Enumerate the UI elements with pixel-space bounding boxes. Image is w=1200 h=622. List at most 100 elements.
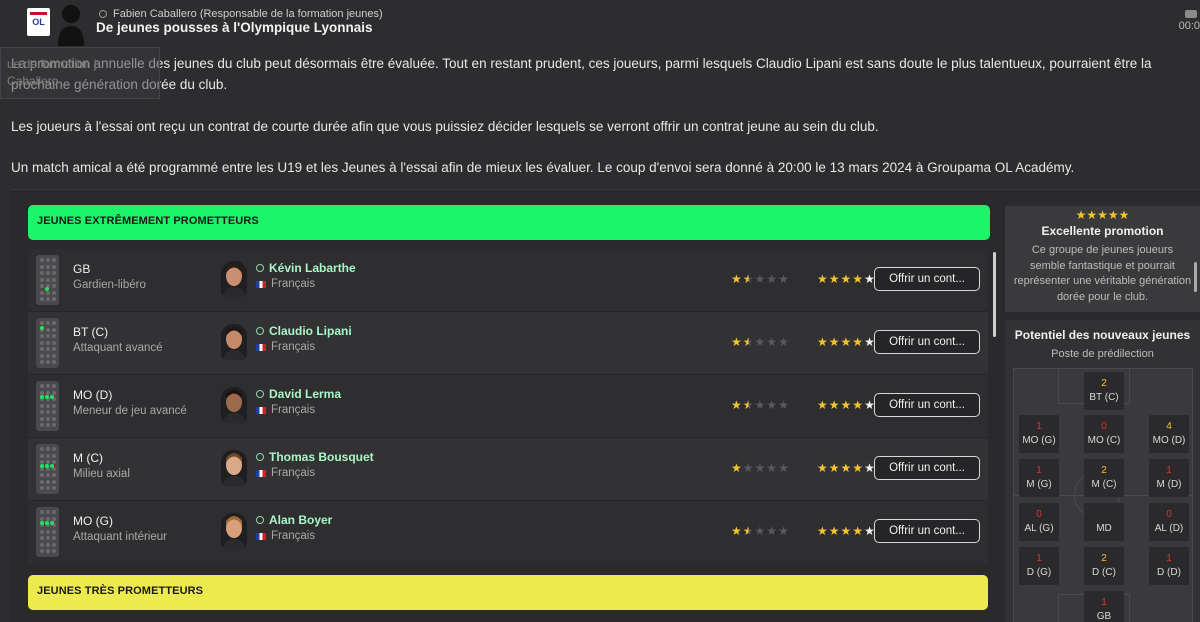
star-icon: ★ bbox=[778, 524, 789, 538]
promotion-title: Excellente promotion bbox=[1041, 224, 1164, 238]
player-name[interactable]: David Lerma bbox=[256, 387, 341, 401]
players-panel: JEUNES EXTRÊMEMENT PROMETTEURS GB Gardien… bbox=[28, 205, 990, 564]
player-row[interactable]: MO (G) Attaquant intérieur Alan Boyer Franç… bbox=[28, 501, 988, 563]
position-cell: 1 M (G) bbox=[1019, 459, 1059, 497]
player-row[interactable]: BT (C) Attaquant avancé Claudio Lipani Fran… bbox=[28, 312, 988, 374]
player-row[interactable]: GB Gardien-libéro Kévin Labarthe Français ★ ★… bbox=[28, 249, 988, 311]
star-icon: ★ bbox=[742, 272, 754, 286]
player-row[interactable]: MO (D) Meneur de jeu avancé David Lerma Fra… bbox=[28, 375, 988, 437]
star-icon: ★ bbox=[817, 272, 828, 286]
position-cell: 4 MO (D) bbox=[1149, 415, 1189, 453]
person-icon bbox=[256, 390, 264, 398]
star-icon: ★ bbox=[754, 272, 766, 286]
sender-line[interactable]: Fabien Caballero (Responsable de la form… bbox=[99, 8, 383, 20]
position-count: 1 bbox=[1036, 553, 1042, 564]
star-icon: ★ bbox=[840, 461, 852, 475]
potential-ability-stars: ★ ★ ★ ★ ★ bbox=[817, 336, 875, 348]
star-icon: ★ bbox=[852, 524, 864, 538]
star-icon: ★ bbox=[828, 272, 840, 286]
position-count: 1 bbox=[1166, 465, 1172, 476]
star-icon: ★ bbox=[731, 272, 742, 286]
player-role: Meneur de jeu avancé bbox=[73, 405, 187, 417]
person-icon bbox=[256, 516, 264, 524]
star-icon: ★ bbox=[731, 398, 742, 412]
position-label: AL (G) bbox=[1024, 523, 1054, 534]
position-cell: 0 AL (G) bbox=[1019, 503, 1059, 541]
star-icon: ★ bbox=[778, 272, 789, 286]
message-subject: De jeunes pousses à l'Olympique Lyonnais bbox=[96, 20, 373, 35]
side-panel: ★★★★★ Excellente promotion Ce groupe de … bbox=[1005, 206, 1200, 622]
current-ability-stars: ★ ★ ★ ★ ★ bbox=[731, 273, 789, 285]
sender-avatar-icon bbox=[58, 5, 84, 46]
player-face-icon bbox=[221, 261, 247, 297]
player-name[interactable]: Alan Boyer bbox=[256, 513, 332, 527]
ticket-icon[interactable] bbox=[1185, 10, 1197, 19]
position-count: 0 bbox=[1101, 421, 1107, 432]
star-icon: ★ bbox=[828, 398, 840, 412]
player-position: BT (C) bbox=[73, 325, 109, 339]
player-name[interactable]: Thomas Bousquet bbox=[256, 450, 374, 464]
offer-contract-button[interactable]: Offrir un cont... bbox=[874, 330, 980, 354]
promotion-scrollbar[interactable] bbox=[1194, 262, 1197, 292]
position-count: 0 bbox=[1036, 509, 1042, 520]
scrollbar[interactable] bbox=[993, 252, 996, 337]
paragraph-3: Un match amical a été programmé entre le… bbox=[11, 160, 1075, 175]
player-role: Attaquant intérieur bbox=[73, 531, 167, 543]
potential-ability-stars: ★ ★ ★ ★ ★ bbox=[817, 525, 875, 537]
youth-intake-card: JEUNES EXTRÊMEMENT PROMETTEURS GB Gardien… bbox=[11, 189, 1200, 622]
club-logo: OL bbox=[27, 8, 50, 36]
ghost-text: ue de formation j Caballero bbox=[7, 57, 97, 88]
position-cell: 0 AL (D) bbox=[1149, 503, 1189, 541]
position-cell: MD bbox=[1084, 503, 1124, 541]
person-icon bbox=[256, 327, 264, 335]
position-count: 2 bbox=[1101, 465, 1107, 476]
star-icon: ★ bbox=[852, 335, 864, 349]
player-position: M (C) bbox=[73, 451, 103, 465]
player-row[interactable]: M (C) Milieu axial Thomas Bousquet Français… bbox=[28, 438, 988, 500]
star-icon: ★ bbox=[742, 461, 754, 475]
player-face-icon bbox=[221, 450, 247, 486]
paragraph-2: Les joueurs à l'essai ont reçu un contra… bbox=[11, 119, 879, 134]
promotion-box: ★★★★★ Excellente promotion Ce groupe de … bbox=[1005, 206, 1200, 312]
player-position: MO (D) bbox=[73, 388, 113, 402]
star-icon: ★ bbox=[731, 461, 742, 475]
star-icon: ★ bbox=[742, 398, 754, 412]
position-pitch-icon bbox=[36, 507, 59, 557]
sender-name: Fabien Caballero (Responsable de la form… bbox=[113, 8, 383, 20]
star-icon: ★ bbox=[828, 524, 840, 538]
potential-ability-stars: ★ ★ ★ ★ ★ bbox=[817, 399, 875, 411]
player-role: Milieu axial bbox=[73, 468, 130, 480]
position-cell: 2 BT (C) bbox=[1084, 372, 1124, 410]
player-name[interactable]: Claudio Lipani bbox=[256, 324, 352, 338]
position-count: 1 bbox=[1036, 465, 1042, 476]
top-right-info: 00:0 bbox=[1150, 8, 1200, 32]
player-list: GB Gardien-libéro Kévin Labarthe Français ★ ★… bbox=[28, 249, 988, 563]
offer-contract-button[interactable]: Offrir un cont... bbox=[874, 267, 980, 291]
position-cell: 1 D (G) bbox=[1019, 547, 1059, 585]
player-position: GB bbox=[73, 262, 91, 276]
star-icon: ★ bbox=[778, 335, 789, 349]
star-icon: ★ bbox=[742, 335, 754, 349]
star-icon: ★ bbox=[817, 398, 828, 412]
offer-contract-button[interactable]: Offrir un cont... bbox=[874, 519, 980, 543]
position-cell: 2 D (C) bbox=[1084, 547, 1124, 585]
position-count bbox=[1084, 508, 1124, 522]
position-cell: 1 GB bbox=[1084, 591, 1124, 622]
star-icon: ★ bbox=[754, 335, 766, 349]
offer-contract-button[interactable]: Offrir un cont... bbox=[874, 393, 980, 417]
position-count: 1 bbox=[1166, 553, 1172, 564]
player-name[interactable]: Kévin Labarthe bbox=[256, 261, 356, 275]
position-label: MD bbox=[1096, 523, 1112, 534]
position-cell: 2 M (C) bbox=[1084, 459, 1124, 497]
position-label: AL (D) bbox=[1154, 523, 1184, 534]
club-logo-text: OL bbox=[32, 17, 45, 27]
position-label: M (G) bbox=[1026, 479, 1052, 490]
offer-contract-button[interactable]: Offrir un cont... bbox=[874, 456, 980, 480]
person-icon bbox=[99, 10, 107, 18]
player-nationality: Français bbox=[256, 278, 315, 290]
position-label: D (G) bbox=[1026, 567, 1052, 578]
player-position: MO (G) bbox=[73, 514, 113, 528]
position-pitch-icon bbox=[36, 255, 59, 305]
position-cell: 1 MO (G) bbox=[1019, 415, 1059, 453]
star-icon: ★ bbox=[828, 461, 840, 475]
